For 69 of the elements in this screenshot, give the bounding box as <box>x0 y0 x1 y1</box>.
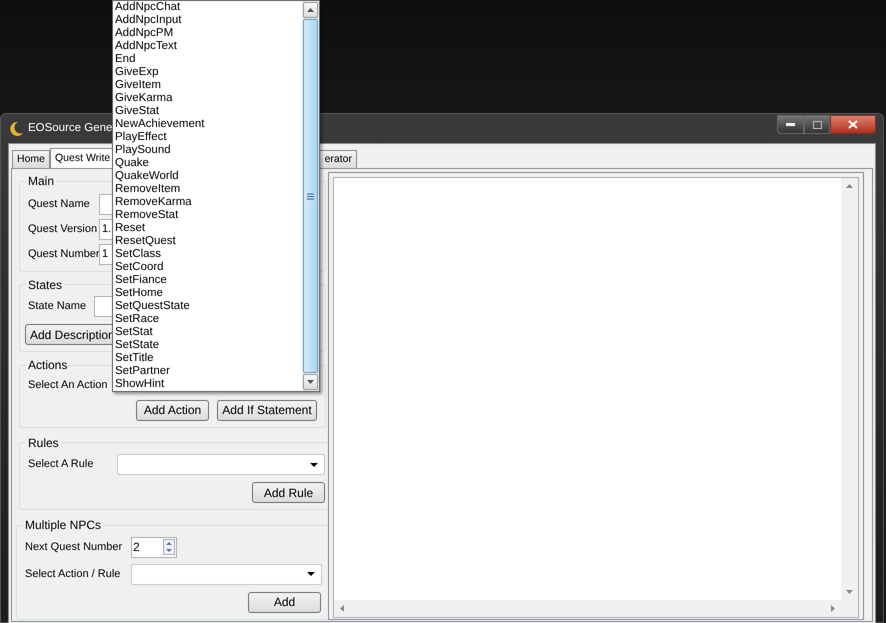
field-label: Select Action / Rule <box>25 566 122 582</box>
vertical-scrollbar[interactable] <box>841 178 858 600</box>
dropdown-item[interactable]: AddNpcChat <box>113 1 302 14</box>
minimize-icon <box>786 123 795 126</box>
dropdown-arrow-icon <box>310 462 318 466</box>
field-label: Quest Version <box>28 222 98 237</box>
scroll-up-icon <box>307 8 314 12</box>
window-title: EOSource Gene <box>28 120 112 136</box>
close-icon <box>848 120 858 129</box>
scroll-thumb[interactable] <box>303 19 318 373</box>
minimize-button[interactable] <box>777 115 804 134</box>
maximize-icon <box>812 120 822 128</box>
scroll-right-icon <box>831 604 835 612</box>
scroll-down-icon <box>846 590 853 594</box>
dropdown-item[interactable]: SetClass <box>113 248 302 261</box>
group-title: Actions <box>28 358 68 372</box>
dropdown-item[interactable]: SetTitle <box>113 352 302 365</box>
dropdown-item[interactable]: NewAchievement <box>113 118 302 131</box>
group-title: Rules <box>28 436 59 450</box>
tab[interactable]: Home <box>12 150 50 168</box>
combo-box[interactable] <box>131 564 322 584</box>
field-label: Quest Number <box>28 246 99 262</box>
field-label: Quest Name <box>28 196 91 212</box>
dropdown-item[interactable]: Reset <box>113 222 302 235</box>
horizontal-scrollbar[interactable] <box>334 600 841 616</box>
dropdown-item[interactable]: SetQuestState <box>113 300 302 313</box>
add-button[interactable]: Add <box>248 592 321 612</box>
maximize-button[interactable] <box>804 115 830 134</box>
dropdown-item[interactable]: SetRace <box>113 313 302 326</box>
list-scrollbar[interactable] <box>302 1 319 391</box>
dropdown-item[interactable]: SetHome <box>113 287 302 300</box>
dropdown-item[interactable]: ResetQuest <box>113 235 302 248</box>
dropdown-item[interactable]: End <box>113 53 302 66</box>
dropdown-item[interactable]: GiveStat <box>113 105 302 118</box>
dropdown-item[interactable]: PlayEffect <box>113 131 302 144</box>
moon-icon <box>8 120 24 136</box>
dropdown-item[interactable]: QuakeWorld <box>113 170 302 183</box>
scroll-left-icon <box>340 604 344 612</box>
group-title: States <box>28 278 62 292</box>
action-button[interactable]: Add Action <box>136 400 209 420</box>
field-label: Select A Rule <box>28 457 94 472</box>
grip-icon <box>307 192 314 200</box>
dropdown-item[interactable]: GiveKarma <box>113 92 302 105</box>
field-label: Next Quest Number <box>25 540 124 555</box>
dropdown-item[interactable]: SetCoord <box>113 261 302 274</box>
add-rule-button[interactable]: Add Rule <box>252 482 325 503</box>
dropdown-item[interactable]: RemoveKarma <box>113 196 302 209</box>
dropdown-item[interactable]: SetPartner <box>113 365 302 378</box>
field-label: State Name <box>28 299 88 314</box>
dropdown-item[interactable]: GiveExp <box>113 66 302 79</box>
field-label: Select An Action <box>28 378 108 393</box>
close-button[interactable] <box>830 115 876 134</box>
dropdown-item[interactable]: SetFiance <box>113 274 302 287</box>
combo-box[interactable] <box>117 454 325 475</box>
dropdown-arrow-icon <box>307 572 315 576</box>
dropdown-item[interactable]: AddNpcInput <box>113 14 302 27</box>
spinner-arrows-icon <box>163 539 175 555</box>
action-button[interactable]: Add If Statement <box>217 400 317 420</box>
group-title: Multiple NPCs <box>25 518 102 532</box>
dropdown-item[interactable]: ShowHint <box>113 378 302 391</box>
number-spinner[interactable]: 2 <box>131 536 177 558</box>
dropdown-item[interactable]: AddNpcText <box>113 40 302 53</box>
dropdown-item[interactable]: RemoveStat <box>113 209 302 222</box>
scroll-down-icon <box>307 380 314 384</box>
dropdown-item[interactable]: GiveItem <box>113 79 302 92</box>
dropdown-item[interactable]: RemoveItem <box>113 183 302 196</box>
scroll-up-icon <box>846 184 853 188</box>
dropdown-item[interactable]: AddNpcPM <box>113 27 302 40</box>
group-title: Main <box>28 174 54 188</box>
